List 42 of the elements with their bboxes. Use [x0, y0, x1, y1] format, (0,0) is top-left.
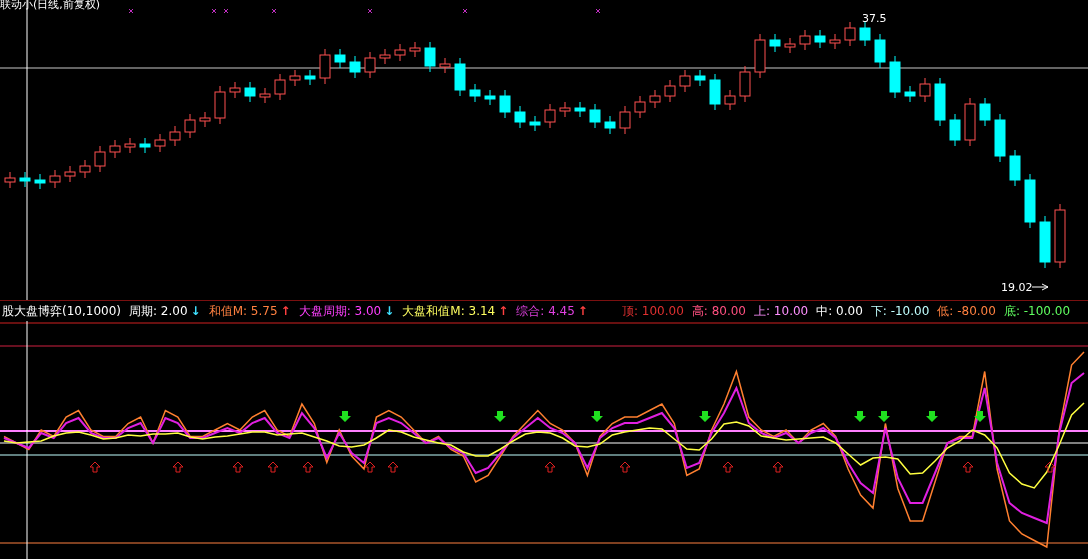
level-value: 中: 0.00	[816, 302, 863, 320]
buy-arrow-icon	[364, 461, 376, 473]
indicator-value: 和值M: 5.75	[208, 302, 278, 320]
level-value: 高: 80.00	[691, 302, 746, 320]
buy-arrow-icon	[722, 461, 734, 473]
buy-arrow-icon	[1044, 461, 1056, 473]
level-value: 上: 10.00	[754, 302, 809, 320]
indicator-value: 大盘和值M: 3.14	[402, 302, 496, 320]
level-value: 低: -80.00	[937, 302, 996, 320]
sell-arrow-icon	[878, 411, 890, 422]
buy-arrow-icon	[619, 461, 631, 473]
buy-arrow-icon	[387, 461, 399, 473]
buy-arrow-icon	[962, 461, 974, 473]
sell-arrow-icon	[591, 411, 603, 422]
sell-arrow-icon	[974, 411, 986, 422]
trend-arrow: ↑	[577, 304, 588, 318]
indicator-value: 周期: 2.00	[129, 302, 188, 320]
sell-arrow-icon	[339, 411, 351, 422]
buy-arrow-icon	[267, 461, 279, 473]
trend-arrow: ↓	[190, 304, 201, 318]
trend-arrow: ↑	[498, 304, 509, 318]
level-value: 下: -10.00	[870, 302, 930, 320]
sell-arrow-icon	[494, 411, 506, 422]
buy-arrow-icon	[302, 461, 314, 473]
level-value: 顶: 100.00	[621, 302, 684, 320]
buy-arrow-icon	[772, 461, 784, 473]
trend-arrow: ↓	[384, 304, 395, 318]
indicator-value: 大盘周期: 3.00	[298, 302, 382, 320]
trend-arrow: ↑	[280, 304, 291, 318]
sell-arrow-icon	[854, 411, 866, 422]
buy-arrow-icon	[172, 461, 184, 473]
low-pointer-arrow	[1031, 283, 1049, 291]
high-price-label: 37.5	[862, 12, 887, 25]
buy-arrow-icon	[89, 461, 101, 473]
low-price-label: 19.02	[1001, 281, 1033, 294]
sell-arrow-icon	[926, 411, 938, 422]
indicator-title: 股大盘博弈(10,1000)	[2, 302, 121, 320]
buy-arrow-icon	[544, 461, 556, 473]
buy-arrow-icon	[232, 461, 244, 473]
indicator-value: 综合: 4.45	[516, 302, 575, 320]
sell-arrow-icon	[699, 411, 711, 422]
level-value: 底: -100.00	[1003, 302, 1071, 320]
